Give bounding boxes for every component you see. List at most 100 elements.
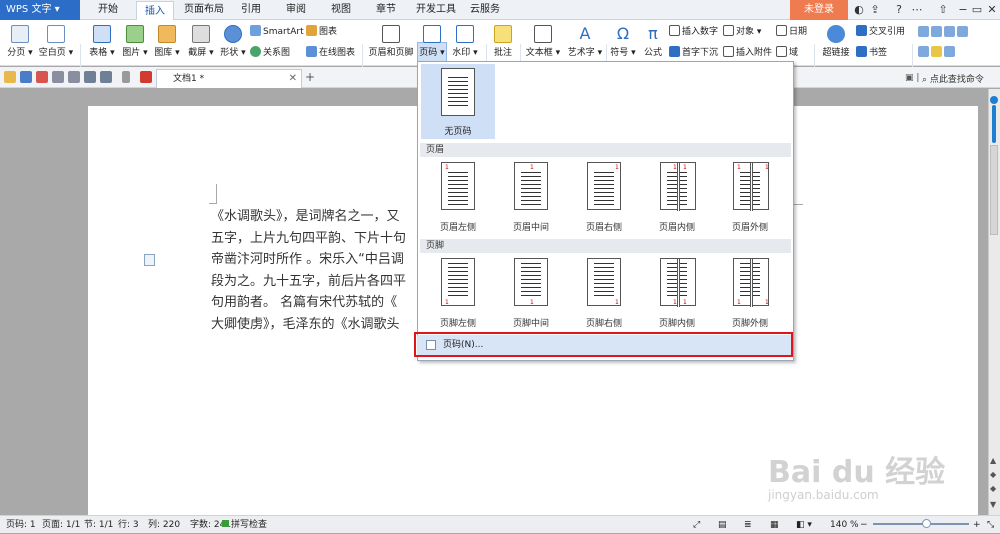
picture-button[interactable]: 图片 ▾ <box>120 25 150 58</box>
open-icon[interactable] <box>4 71 16 83</box>
header-outer-option[interactable]: 1 1 页眉外侧 <box>715 162 781 244</box>
header-right-option[interactable]: 1 页眉右侧 <box>569 162 635 244</box>
footer-right-option[interactable]: 1 页脚右侧 <box>569 258 635 340</box>
search-command[interactable]: ⌕ 点此查找命令 <box>922 72 984 85</box>
field-button[interactable]: 域 <box>776 46 798 59</box>
header-left-option[interactable]: 1 页眉左侧 <box>423 162 489 244</box>
bookmark-button[interactable]: 书签 <box>856 46 887 59</box>
footer-inner-option[interactable]: 1 1 页脚内侧 <box>642 258 708 340</box>
scroll-down-icon[interactable]: ▼ <box>990 500 996 509</box>
help-icon[interactable]: ? <box>892 3 906 17</box>
tab-view[interactable]: 视图 <box>331 0 351 20</box>
zoom-slider-vertical[interactable] <box>989 95 999 145</box>
status-page-no[interactable]: 页码: 1 <box>6 516 36 534</box>
online-chart-button[interactable]: 在线图表 <box>306 46 355 59</box>
insert-number-button[interactable]: 插入数字 <box>669 25 718 38</box>
command-panel-icon[interactable]: ▣ | <box>905 73 919 83</box>
preview-icon[interactable] <box>68 71 80 83</box>
gallery-button[interactable]: 图库 ▾ <box>152 25 182 58</box>
reading-mode-icon[interactable]: ◧ ▾ <box>796 516 812 534</box>
settings-icon[interactable]: ⋯ <box>910 3 924 17</box>
customize-dropdown-icon[interactable] <box>122 71 130 83</box>
relation-chart-button[interactable]: 关系图 <box>250 46 290 59</box>
spell-check-button[interactable]: 拼写检查 <box>222 516 267 534</box>
textbox-button[interactable]: 文本框 ▾ <box>524 25 562 58</box>
header-inner-option[interactable]: 1 1 页眉内侧 <box>642 162 708 244</box>
wordart-button[interactable]: A 艺术字 ▾ <box>566 25 604 59</box>
web-view-icon[interactable]: ▦ <box>770 516 779 534</box>
page-number-button[interactable]: 页码 ▾ <box>418 25 446 58</box>
title-bar: WPS 文字 ▾ 开始 插入 页面布局 引用 审阅 视图 章节 开发工具 云服务… <box>0 0 1000 21</box>
screenshot-button[interactable]: 截屏 ▾ <box>186 25 216 58</box>
drop-cap-button[interactable]: 首字下沉 <box>669 46 718 59</box>
zoom-slider-track[interactable] <box>873 523 969 525</box>
blank-page-button[interactable]: 空白页 ▾ <box>38 25 74 58</box>
document-tab[interactable]: 文档1 * ✕ <box>156 69 302 88</box>
crossref-button[interactable]: 交叉引用 <box>856 25 905 38</box>
scroll-up-icon[interactable]: ▲ <box>990 456 996 465</box>
zoom-in-icon[interactable]: + <box>973 516 981 534</box>
scroll-up-page-icon[interactable]: ◆ <box>990 470 996 479</box>
fullscreen-view-icon[interactable]: ⤢ <box>693 516 700 534</box>
minimize-icon[interactable]: − <box>956 3 970 17</box>
zoom-level[interactable]: 140 % <box>830 516 859 534</box>
tab-chapter[interactable]: 章节 <box>376 0 396 20</box>
tab-review[interactable]: 审阅 <box>286 0 306 20</box>
tab-reference[interactable]: 引用 <box>241 0 261 20</box>
close-tab-icon[interactable]: ✕ <box>289 70 297 88</box>
wps-w-icon[interactable] <box>140 71 152 83</box>
maximize-icon[interactable]: ▭ <box>970 3 984 17</box>
save-icon[interactable] <box>20 71 32 83</box>
tab-page-layout[interactable]: 页面布局 <box>184 0 224 20</box>
scroll-down-page-icon[interactable]: ◆ <box>990 484 996 493</box>
export-pdf-icon[interactable] <box>36 71 48 83</box>
print-icon[interactable] <box>52 71 64 83</box>
share-icon[interactable]: ⇪ <box>868 3 882 17</box>
globe-icon <box>827 25 845 43</box>
restore-up-icon[interactable]: ⇧ <box>936 3 950 17</box>
smartart-button[interactable]: SmartArt <box>250 25 304 38</box>
symbol-button[interactable]: Ω 符号 ▾ <box>609 25 637 59</box>
page-view-icon[interactable]: ▤ <box>718 516 727 534</box>
comment-button[interactable]: 批注 <box>490 25 516 58</box>
extra-tools-top[interactable] <box>918 26 970 39</box>
table-button[interactable]: 表格 ▾ <box>86 25 118 58</box>
scroll-thumb[interactable] <box>990 145 998 235</box>
fit-page-icon[interactable]: ⤡ <box>987 516 994 534</box>
hyperlink-button[interactable]: 超链接 <box>818 25 854 58</box>
shape-button[interactable]: 形状 ▾ <box>218 25 248 58</box>
no-page-number-option[interactable]: 无页码 <box>421 64 495 139</box>
status-section[interactable]: 节: 1/1 <box>84 516 113 534</box>
page-break-button[interactable]: 分页 ▾ <box>4 25 36 58</box>
footer-center-option[interactable]: 1 页脚中间 <box>496 258 562 340</box>
status-pages[interactable]: 页面: 1/1 <box>42 516 80 534</box>
attachment-button[interactable]: 插入附件 <box>723 46 772 59</box>
outline-view-icon[interactable]: ≣ <box>744 516 752 534</box>
document-text[interactable]: 《水调歌头》，是词牌名之一，又 五字，上片九句四平韵、下片十句 帝凿汴河时所作 … <box>211 206 431 335</box>
tab-cloud[interactable]: 云服务 <box>470 0 500 20</box>
login-button[interactable]: 未登录 <box>790 0 848 20</box>
object-button[interactable]: 对象 ▾ <box>723 25 761 38</box>
watermark-button[interactable]: 水印 ▾ <box>450 25 480 58</box>
header-footer-button[interactable]: 页眉和页脚 <box>368 25 414 58</box>
tab-insert[interactable]: 插入 <box>136 1 174 21</box>
redo-icon[interactable] <box>100 71 112 83</box>
tab-developer[interactable]: 开发工具 <box>416 0 456 20</box>
tool-e-icon <box>918 46 929 57</box>
zoom-out-icon[interactable]: − <box>860 516 868 534</box>
close-window-icon[interactable]: ✕ <box>985 3 999 17</box>
date-button[interactable]: 日期 <box>776 25 807 38</box>
undo-icon[interactable] <box>84 71 96 83</box>
formula-button[interactable]: π 公式 <box>640 25 666 59</box>
wps-app-menu[interactable]: WPS 文字 ▾ <box>0 0 80 20</box>
chart-button[interactable]: 图表 <box>306 25 337 38</box>
header-center-option[interactable]: 1 页眉中间 <box>496 162 562 244</box>
skin-icon[interactable]: ◐ <box>852 3 866 17</box>
new-tab-button[interactable]: + <box>305 70 315 84</box>
zoom-slider-knob[interactable] <box>922 519 931 528</box>
footer-outer-option[interactable]: 1 1 页脚外侧 <box>715 258 781 340</box>
footer-left-option[interactable]: 1 页脚左侧 <box>423 258 489 340</box>
extra-tools-bottom[interactable] <box>918 46 957 59</box>
tab-start[interactable]: 开始 <box>98 0 118 20</box>
paragraph-handle-icon[interactable] <box>144 254 155 266</box>
